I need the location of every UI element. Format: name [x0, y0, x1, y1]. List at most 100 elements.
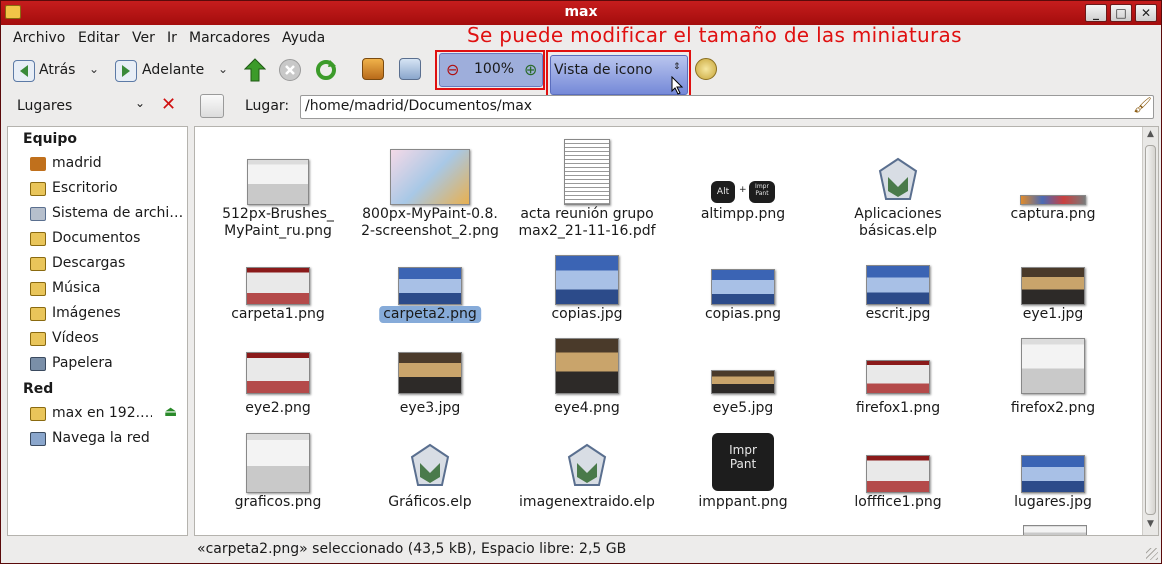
- file-name: eye3.jpg: [399, 400, 461, 416]
- sidebar-item-madrid[interactable]: madrid: [30, 154, 186, 176]
- file-name: eye2.png: [245, 400, 311, 416]
- file-name: lugares.jpg: [1014, 494, 1092, 510]
- stop-icon[interactable]: [279, 59, 301, 81]
- search-icon[interactable]: [695, 58, 717, 80]
- file-name: 800px-MyPaint-0.8. 2-screenshot_2.png: [361, 206, 499, 239]
- forward-arrow-icon[interactable]: [115, 60, 137, 82]
- file-name: graficos.png: [234, 494, 322, 510]
- scroll-down-arrow-icon[interactable]: ▼: [1145, 519, 1156, 533]
- places-sidebar: Equipo madrid Escritorio Sistema de arch…: [7, 126, 188, 536]
- file-name: eye5.jpg: [712, 400, 774, 416]
- file-thumbnail: [711, 269, 775, 305]
- back-button[interactable]: Atrás: [39, 62, 75, 78]
- edit-location-icon[interactable]: [200, 94, 224, 118]
- file-name: firefox1.png: [855, 400, 941, 416]
- maximize-button[interactable]: □: [1110, 4, 1132, 22]
- reload-icon[interactable]: [314, 58, 336, 80]
- scroll-up-arrow-icon[interactable]: ▲: [1145, 129, 1156, 143]
- file-thumbnail: [1021, 338, 1085, 394]
- location-input[interactable]: /home/madrid/Documentos/max: [300, 95, 1154, 119]
- file-thumbnail: [398, 352, 462, 394]
- file-name: Aplicaciones básicas.elp: [854, 206, 942, 239]
- eject-icon[interactable]: ⏏: [164, 404, 177, 420]
- close-sidebar-icon[interactable]: ✕: [161, 94, 176, 115]
- network-folder-icon: [30, 407, 46, 421]
- file-thumbnail: [246, 433, 310, 493]
- sidebar-item-musica[interactable]: Música: [30, 279, 186, 301]
- forward-button[interactable]: Adelante: [142, 62, 204, 78]
- file-manager-window: max _ □ ✕ Archivo Editar Ver Ir Marcador…: [0, 0, 1162, 564]
- minimize-button[interactable]: _: [1085, 4, 1107, 22]
- trash-icon: [30, 357, 46, 371]
- computer-icon[interactable]: [399, 58, 421, 80]
- file-thumbnail: [555, 338, 619, 394]
- music-folder-icon: [30, 282, 46, 296]
- sidebar-item-network-share[interactable]: max en 192.…: [30, 404, 186, 426]
- file-name: eye1.jpg: [1022, 306, 1084, 322]
- file-name: imagenextraido.elp: [519, 494, 655, 510]
- alt-key-icon: Alt: [711, 181, 735, 203]
- sidebar-item-papelera[interactable]: Papelera: [30, 354, 186, 376]
- menu-ayuda[interactable]: Ayuda: [282, 30, 325, 46]
- window-title: max: [564, 4, 598, 20]
- menu-editar[interactable]: Editar: [78, 30, 119, 46]
- back-arrow-icon[interactable]: [13, 60, 35, 82]
- clear-location-icon[interactable]: 🖌: [1133, 96, 1152, 114]
- file-thumbnail: [866, 455, 930, 493]
- menu-ir[interactable]: Ir: [167, 30, 177, 46]
- file-thumbnail: Alt + Impr Pant: [711, 181, 775, 205]
- sidebar-section-red: Red: [23, 381, 54, 397]
- highlight-zoom-box: [435, 50, 545, 90]
- places-selector[interactable]: Lugares: [17, 98, 72, 114]
- sidebar-item-imagenes[interactable]: Imágenes: [30, 304, 186, 326]
- file-icon-view: 512px-Brushes_ MyPaint_ru.png 800px-MyPa…: [194, 126, 1159, 536]
- partial-thumbnail: [1023, 525, 1087, 535]
- location-label: Lugar:: [245, 98, 290, 114]
- pdf-thumbnail: [564, 139, 610, 205]
- elp-file-icon: [876, 157, 920, 203]
- sidebar-item-browse-network[interactable]: Navega la red: [30, 429, 186, 451]
- file-name: imppant.png: [698, 494, 788, 510]
- back-history-chevron-icon[interactable]: ⌄: [89, 62, 99, 76]
- home-icon[interactable]: [362, 58, 384, 80]
- resize-grip-icon[interactable]: [1146, 548, 1158, 560]
- folder-icon: [30, 232, 46, 246]
- file-name: firefox2.png: [1010, 400, 1096, 416]
- pictures-folder-icon: [30, 307, 46, 321]
- menu-archivo[interactable]: Archivo: [13, 30, 65, 46]
- menu-ver[interactable]: Ver: [132, 30, 155, 46]
- harddisk-icon: [30, 207, 46, 221]
- forward-history-chevron-icon[interactable]: ⌄: [218, 62, 228, 76]
- file-thumbnail: [1021, 267, 1085, 305]
- file-name: carpeta1.png: [231, 306, 325, 322]
- file-name: 512px-Brushes_ MyPaint_ru.png: [222, 206, 334, 239]
- file-thumbnail: [247, 159, 309, 205]
- annotation-text: Se puede modificar el tamaño de las mini…: [467, 23, 962, 47]
- close-window-button[interactable]: ✕: [1135, 4, 1157, 22]
- file-thumbnail: [711, 370, 775, 394]
- plus-icon: +: [739, 185, 747, 195]
- file-thumbnail: [1021, 455, 1085, 493]
- sidebar-item-filesystem[interactable]: Sistema de archi…: [30, 204, 186, 226]
- file-thumbnail: [866, 360, 930, 394]
- file-thumbnail: [390, 149, 470, 205]
- sidebar-item-documentos[interactable]: Documentos: [30, 229, 186, 251]
- vertical-scrollbar[interactable]: ▲ ▼: [1142, 127, 1158, 535]
- sidebar-item-descargas[interactable]: Descargas: [30, 254, 186, 276]
- file-name: captura.png: [1010, 206, 1096, 222]
- videos-folder-icon: [30, 332, 46, 346]
- file-name: lofffice1.png: [854, 494, 942, 510]
- up-arrow-icon[interactable]: [243, 58, 267, 82]
- file-thumbnail: [246, 267, 310, 305]
- file-name: Gráficos.elp: [388, 494, 472, 510]
- menu-marcadores[interactable]: Marcadores: [189, 30, 270, 46]
- file-name: altimpp.png: [700, 206, 786, 222]
- file-thumbnail: [555, 255, 619, 305]
- file-name: copias.png: [704, 306, 781, 322]
- sidebar-item-videos[interactable]: Vídeos: [30, 329, 186, 351]
- sidebar-item-escritorio[interactable]: Escritorio: [30, 179, 186, 201]
- status-bar: «carpeta2.png» seleccionado (43,5 kB), E…: [197, 541, 627, 557]
- scrollbar-thumb[interactable]: [1145, 145, 1156, 515]
- location-path: /home/madrid/Documentos/max: [305, 98, 533, 114]
- places-chevron-icon[interactable]: ⌄: [135, 96, 145, 110]
